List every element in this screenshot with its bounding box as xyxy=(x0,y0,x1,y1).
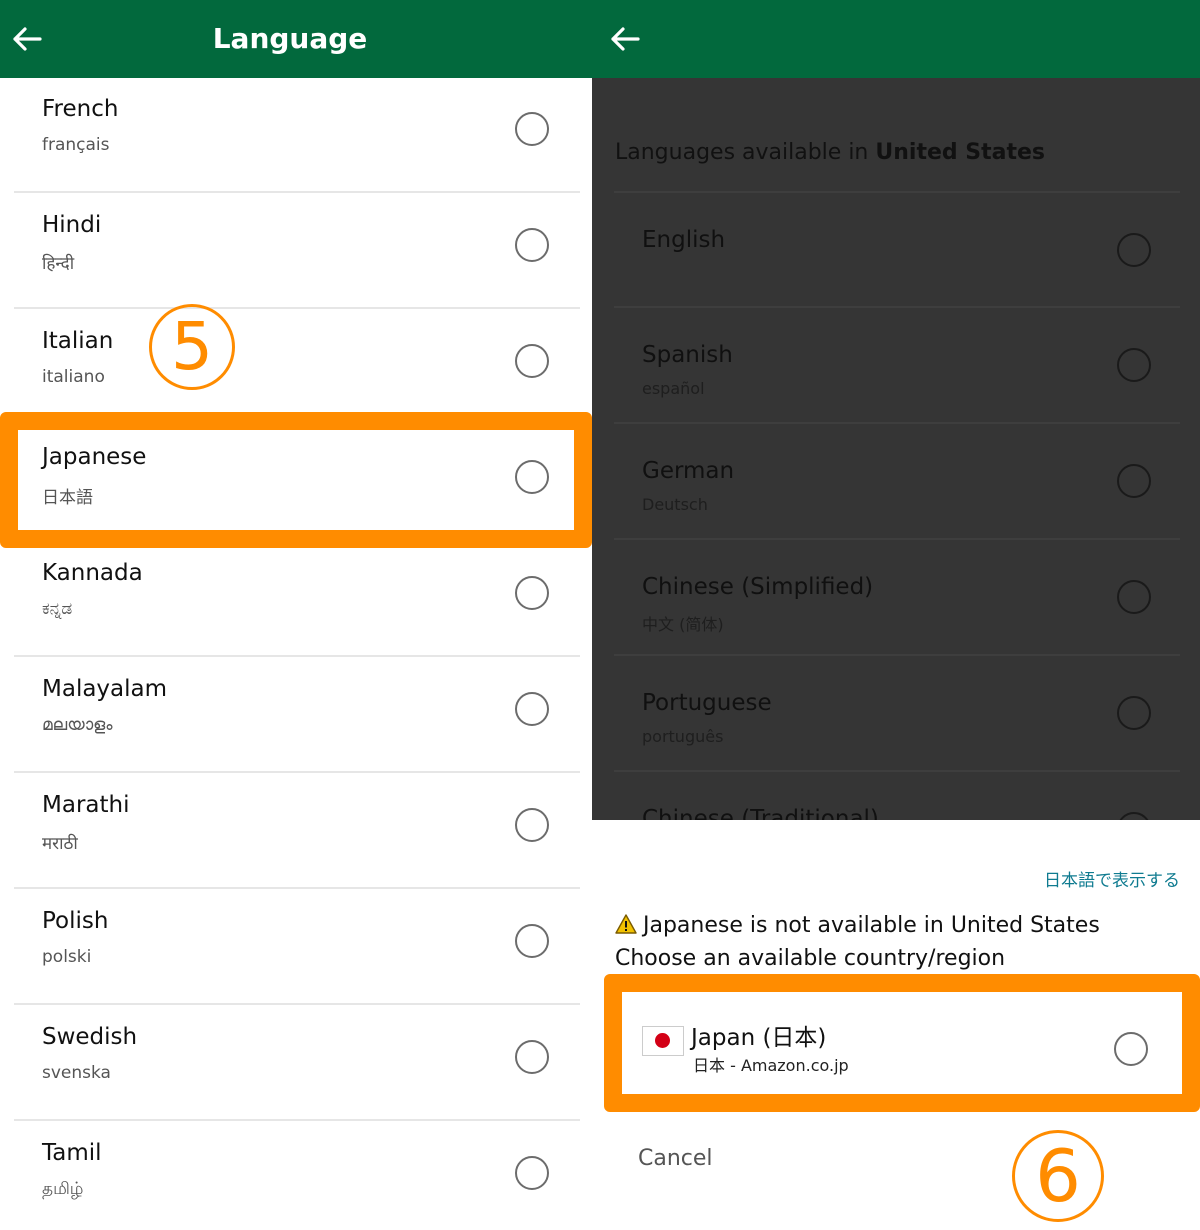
country-name: Japan (日本) xyxy=(691,1025,827,1051)
radio-button xyxy=(1117,812,1151,820)
warning-text: Japanese is not available in United Stat… xyxy=(643,913,1100,938)
language-name: Chinese (Simplified) xyxy=(642,574,874,600)
language-name: Spanish xyxy=(642,342,733,368)
radio-button[interactable] xyxy=(515,692,549,726)
warning-message: Japanese is not available in United Stat… xyxy=(615,913,1100,938)
language-row-hindi[interactable]: Hindi हिन्दी xyxy=(14,192,580,309)
language-row-polish[interactable]: Polish polski xyxy=(14,888,580,1005)
language-name: Hindi xyxy=(42,212,102,238)
language-name: Japanese xyxy=(42,444,147,470)
language-name: Portuguese xyxy=(642,690,772,716)
back-arrow-icon[interactable] xyxy=(606,20,644,58)
language-row-swedish[interactable]: Swedish svenska xyxy=(14,1004,580,1121)
radio-button xyxy=(1117,464,1151,498)
app-bar: Language xyxy=(0,0,592,78)
radio-button[interactable] xyxy=(515,808,549,842)
radio-button[interactable] xyxy=(515,228,549,262)
language-name: French xyxy=(42,96,119,122)
language-name: Marathi xyxy=(42,792,130,818)
language-row-portuguese: Portuguese português xyxy=(614,654,1180,771)
language-row-kannada[interactable]: Kannada ಕನ್ನಡ xyxy=(14,540,580,657)
radio-button xyxy=(1117,696,1151,730)
language-native-name: हिन्दी xyxy=(42,254,75,274)
heading-prefix: Languages available in xyxy=(615,140,876,165)
language-row-japanese[interactable]: Japanese 日本語 xyxy=(14,424,580,541)
language-name: Chinese (Traditional) xyxy=(642,806,879,820)
radio-button xyxy=(1117,348,1151,382)
region-bottom-sheet: 日本語で表示する Japanese is not available in Un… xyxy=(592,820,1200,1230)
heading-country: United States xyxy=(875,140,1046,165)
language-row-marathi[interactable]: Marathi मराठी xyxy=(14,772,580,889)
app-bar xyxy=(592,0,1200,78)
language-name: Kannada xyxy=(42,560,143,586)
radio-button[interactable] xyxy=(515,1040,549,1074)
radio-button[interactable] xyxy=(515,924,549,958)
radio-button xyxy=(1117,233,1151,267)
language-row-german: German Deutsch xyxy=(614,422,1180,539)
radio-button[interactable] xyxy=(515,576,549,610)
language-name: German xyxy=(642,458,735,484)
step-marker-6: 6 xyxy=(1012,1130,1104,1222)
language-name: Malayalam xyxy=(42,676,168,702)
language-native-name: 中文 (简体) xyxy=(642,615,724,634)
language-name: Tamil xyxy=(42,1140,102,1166)
language-row-french[interactable]: French français xyxy=(14,76,580,193)
language-native-name: ಕನ್ನಡ xyxy=(42,599,73,619)
japan-flag-icon xyxy=(642,1026,684,1056)
language-name: Italian xyxy=(42,328,114,354)
choose-region-text: Choose an available country/region xyxy=(615,946,1006,971)
step-marker-5: 5 xyxy=(149,304,235,390)
cancel-button[interactable]: Cancel xyxy=(638,1146,713,1171)
radio-button[interactable] xyxy=(515,460,549,494)
language-screen: Language French français Hindi हिन्दी It… xyxy=(0,0,592,1230)
page-title: Language xyxy=(212,22,368,55)
radio-button[interactable] xyxy=(1114,1032,1148,1066)
language-row-tamil[interactable]: Tamil தமிழ் xyxy=(14,1120,580,1230)
country-store: 日本 - Amazon.co.jp xyxy=(693,1056,849,1075)
radio-button[interactable] xyxy=(515,1156,549,1190)
language-native-name: 日本語 xyxy=(42,488,93,508)
language-row-english: English xyxy=(614,191,1180,308)
language-row-italian[interactable]: Italian italiano xyxy=(14,308,580,425)
language-native-name: தமிழ் xyxy=(42,1179,84,1199)
dimmed-background-list: Languages available in United States Eng… xyxy=(592,78,1200,820)
view-in-japanese-link[interactable]: 日本語で表示する xyxy=(1044,866,1180,891)
language-native-name: français xyxy=(42,135,110,155)
language-native-name: português xyxy=(642,727,724,746)
language-row-chinese-simplified: Chinese (Simplified) 中文 (简体) xyxy=(614,538,1180,655)
radio-button xyxy=(1117,580,1151,614)
language-native-name: Deutsch xyxy=(642,495,708,514)
region-dialog-screen: Languages available in United States Eng… xyxy=(592,0,1200,1230)
language-row-spanish: Spanish español xyxy=(614,306,1180,423)
country-option-japan[interactable]: Japan (日本) 日本 - Amazon.co.jp xyxy=(626,996,1166,1086)
language-name: Swedish xyxy=(42,1024,138,1050)
language-native-name: italiano xyxy=(42,367,105,387)
radio-button[interactable] xyxy=(515,344,549,378)
language-native-name: svenska xyxy=(42,1063,111,1083)
available-languages-heading: Languages available in United States xyxy=(615,140,1045,165)
language-native-name: español xyxy=(642,379,705,398)
language-name: English xyxy=(642,227,726,253)
language-row-chinese-traditional: Chinese (Traditional) xyxy=(614,770,1180,820)
language-row-malayalam[interactable]: Malayalam മലയാളം xyxy=(14,656,580,773)
radio-button[interactable] xyxy=(515,112,549,146)
warning-triangle-icon xyxy=(615,914,637,934)
language-native-name: polski xyxy=(42,947,92,967)
language-name: Polish xyxy=(42,908,109,934)
language-native-name: मराठी xyxy=(42,834,78,854)
language-native-name: മലയാളം xyxy=(42,715,113,735)
